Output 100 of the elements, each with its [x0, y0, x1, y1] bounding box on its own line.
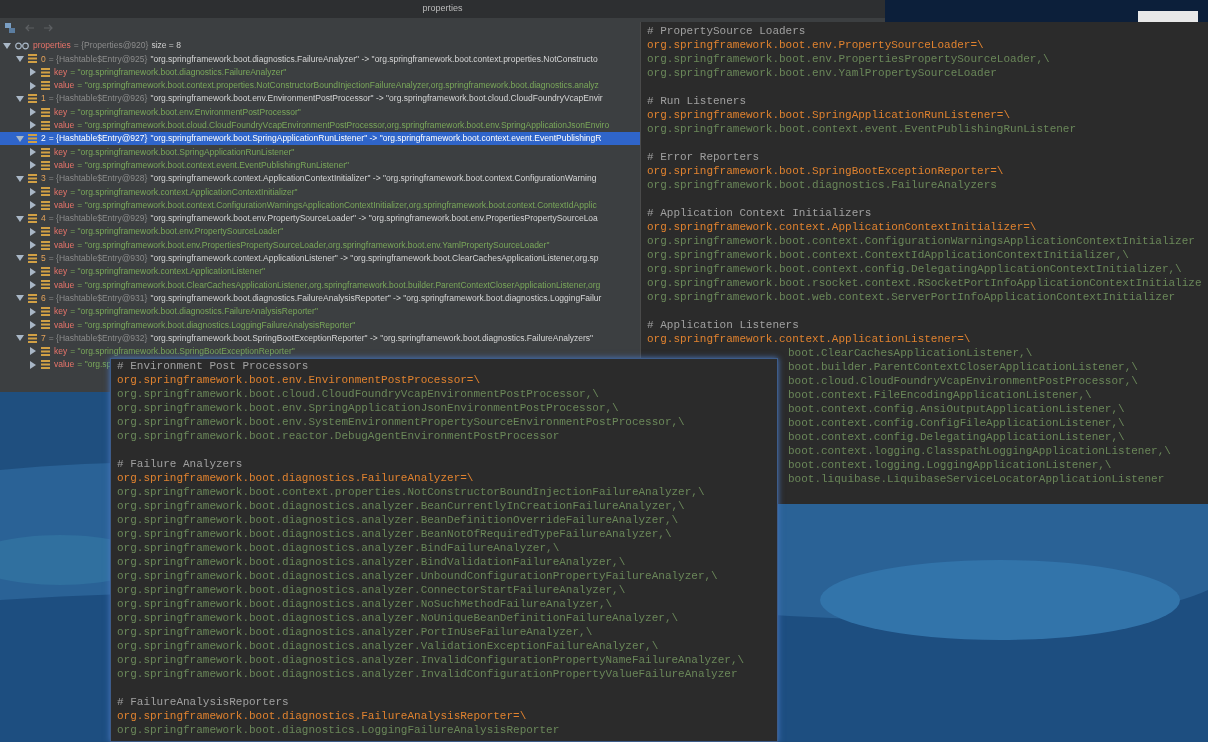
expanded-arrow-icon[interactable]: [16, 174, 24, 183]
code-line: org.springframework.boot.diagnostics.analyzer.NoSuchMethodFailureAnalyzer,\: [117, 597, 613, 611]
tree-row[interactable]: 0 = {Hashtable$Entry@925} "org.springframework.boot.diagnostics.FailureAnalyzer" -> "org.springframework.boot.context.properties.NotConstructo: [0, 52, 598, 66]
expanded-arrow-icon[interactable]: [16, 254, 24, 263]
field-icon: [28, 333, 37, 343]
window-title: properties: [422, 2, 463, 16]
expanded-arrow-icon[interactable]: [16, 94, 24, 103]
tree-row[interactable]: key = "org.springframework.boot.env.EnvironmentPostProcessor": [0, 105, 301, 119]
code-line: org.springframework.boot.diagnostics.FailureAnalyzer=\: [117, 471, 474, 485]
field-icon: [28, 134, 37, 144]
variable-type: = {Hashtable$Entry@932}: [48, 331, 148, 345]
code-line: org.springframework.boot.context.ContextIdApplicationContextInitializer,\: [647, 248, 1129, 262]
variable-name: value: [54, 238, 75, 252]
field-icon: [41, 360, 50, 370]
tree-row[interactable]: key = "org.springframework.boot.SpringApplicationRunListener": [0, 145, 295, 159]
code-line: boot.ClearCachesApplicationListener,\: [788, 346, 1033, 360]
code-line: org.springframework.boot.diagnostics.analyzer.BindValidationFailureAnalyzer,\: [117, 555, 626, 569]
code-comment: # Application Context Initializers: [647, 206, 872, 220]
variable-value: = "org.springframework.boot.context.event.EventPublishingRunListener": [77, 158, 350, 172]
code-line: boot.builder.ParentContextCloserApplicationListener,\: [788, 360, 1138, 374]
variable-name: value: [54, 158, 75, 172]
variable-value: = "org.springframework.boot.cloud.CloudFoundryVcapEnvironmentPostProcessor,org.springframework.boot.env.SpringApplicationJsonEnviro: [77, 119, 610, 132]
code-line: org.springframework.boot.reactor.DebugAgentEnvironmentPostProcessor: [117, 429, 560, 443]
tree-row[interactable]: 6 = {Hashtable$Entry@931} "org.springframework.boot.diagnostics.FailureAnalysisReporter" -> "org.springframework.boot.diagnostics.LoggingFailur: [0, 291, 602, 305]
code-line: org.springframework.boot.diagnostics.analyzer.ValidationExceptionFailureAnalyzer,\: [117, 639, 659, 653]
expanded-arrow-icon[interactable]: [16, 214, 24, 223]
code-line: org.springframework.boot.diagnostics.analyzer.BeanCurrentlyInCreationFailureAnalyzer,\: [117, 499, 685, 513]
glasses-icon: [15, 41, 29, 50]
variable-type: = {Properties@920}: [73, 39, 149, 52]
field-icon: [41, 187, 50, 197]
tree-row[interactable]: value = "org.springframework.boot.ClearCachesApplicationListener,org.springframework.boot.builder.ParentContextCloserApplicationListener,org: [0, 278, 601, 292]
variable-type: = {Hashtable$Entry@929}: [48, 212, 148, 225]
expanded-arrow-icon[interactable]: [16, 134, 24, 143]
tree-row[interactable]: 1 = {Hashtable$Entry@926} "org.springframework.boot.env.EnvironmentPostProcessor" -> "org.springframework.boot.cloud.CloudFoundryVcapEnvir: [0, 92, 603, 106]
variable-type: = {Hashtable$Entry@926}: [48, 92, 148, 106]
variable-value: = "org.springframework.boot.SpringBootExceptionReporter": [70, 345, 295, 358]
tree-row[interactable]: 7 = {Hashtable$Entry@932} "org.springframework.boot.SpringBootExceptionReporter" -> "org.springframework.boot.diagnostics.FailureAnalyzers": [0, 331, 594, 345]
expanded-arrow-icon[interactable]: [16, 294, 24, 303]
field-icon: [28, 253, 37, 263]
variable-name: 6: [41, 291, 46, 305]
variable-name: key: [54, 185, 68, 199]
variable-value: "org.springframework.boot.env.PropertySourceLoader" -> "org.springframework.boot.env.PropertiesPropertySourceLoa: [150, 212, 598, 225]
variable-name: properties: [33, 39, 71, 52]
code-line: org.springframework.boot.env.PropertySourceLoader=\: [647, 38, 984, 52]
field-icon: [41, 67, 50, 77]
variable-name: 5: [41, 252, 46, 265]
variable-value: = "org.springframework.boot.env.PropertiesPropertySourceLoader,org.springframework.boot.env.YamlPropertySourceLoader": [77, 238, 550, 252]
variable-name: value: [54, 318, 75, 332]
tree-row[interactable]: properties = {Properties@920} size = 8: [0, 39, 181, 53]
tree-row[interactable]: value = "org.springframework.boot.cloud.CloudFoundryVcapEnvironmentPostProcessor,org.springframework.boot.env.SpringApplicationJsonEnviro: [0, 118, 610, 133]
field-icon: [41, 160, 50, 170]
variable-name: 3: [41, 172, 46, 185]
variable-name: value: [54, 198, 75, 212]
variable-name: value: [54, 358, 75, 372]
tree-row[interactable]: key = "org.springframework.boot.diagnostics.FailureAnalyzer": [0, 65, 287, 79]
tree-row[interactable]: 3 = {Hashtable$Entry@928} "org.springframework.context.ApplicationContextInitializer" -> "org.springframework.boot.context.ConfigurationWarning: [0, 171, 597, 186]
tree-row[interactable]: 5 = {Hashtable$Entry@930} "org.springframework.context.ApplicationListener" -> "org.springframework.boot.ClearCachesApplicationListener,org.sp: [0, 251, 599, 266]
code-line: org.springframework.boot.cloud.CloudFoundryVcapEnvironmentPostProcessor,\: [117, 387, 599, 401]
tree-row[interactable]: value = "org.springframework.boot.diagnostics.LoggingFailureAnalysisReporter": [0, 318, 356, 332]
tree-row[interactable]: value = "org.springframework.boot.context.properties.NotConstructorBoundInjectionFailureAnalyzer,org.springframework.boot.diagnostics.analyz: [0, 78, 599, 93]
code-comment: # FailureAnalysisReporters: [117, 695, 289, 709]
tree-row[interactable]: key = "org.springframework.boot.SpringBootExceptionReporter": [0, 344, 295, 359]
tree-row[interactable]: key = "org.springframework.boot.env.PropertySourceLoader": [0, 225, 284, 239]
tree-row[interactable]: 4 = {Hashtable$Entry@929} "org.springframework.boot.env.PropertySourceLoader" -> "org.springframework.boot.env.PropertiesPropertySourceLoa: [0, 211, 598, 226]
expanded-arrow-icon[interactable]: [16, 334, 24, 343]
variable-name: 4: [41, 212, 46, 225]
tree-row[interactable]: key = "org.springframework.boot.diagnostics.FailureAnalysisReporter": [0, 304, 318, 319]
code-line: org.springframework.boot.env.YamlPropertySourceLoader: [647, 66, 997, 80]
code-line: org.springframework.boot.diagnostics.analyzer.PortInUseFailureAnalyzer,\: [117, 625, 593, 639]
tree-row[interactable]: key = "org.springframework.context.ApplicationContextInitializer": [0, 185, 298, 199]
field-icon: [41, 147, 50, 157]
variable-value: = "org.springframework.boot.env.PropertySourceLoader": [70, 225, 284, 239]
code-line: org.springframework.boot.diagnostics.LoggingFailureAnalysisReporter: [117, 723, 560, 737]
variable-type: = {Hashtable$Entry@931}: [48, 291, 148, 305]
field-icon: [28, 293, 37, 303]
code-line: org.springframework.context.ApplicationListener=\: [647, 332, 971, 346]
code-line: boot.context.logging.LoggingApplicationListener,\: [788, 458, 1112, 472]
code-line: org.springframework.boot.diagnostics.FailureAnalysisReporter=\: [117, 709, 527, 723]
code-line: org.springframework.boot.diagnostics.analyzer.ConnectorStartFailureAnalyzer,\: [117, 583, 626, 597]
variable-name: key: [54, 305, 68, 318]
tree-row[interactable]: 2 = {Hashtable$Entry@927} "org.springframework.boot.SpringApplicationRunListener" -> "org.springframework.boot.context.event.EventPublishingR: [0, 132, 640, 146]
variable-type: = {Hashtable$Entry@927}: [48, 132, 148, 146]
tree-row[interactable]: value = "org.springframework.boot.env.PropertiesPropertySourceLoader,org.springframework.boot.env.YamlPropertySourceLoader": [0, 238, 550, 252]
variable-value: "org.springframework.boot.diagnostics.FailureAnalyzer" -> "org.springframework.boot.context.properties.NotConstructo: [150, 52, 598, 66]
code-line: org.springframework.boot.SpringBootExceptionReporter=\: [647, 164, 1004, 178]
code-comment: # Environment Post Processors: [117, 359, 309, 373]
field-icon: [41, 307, 50, 317]
field-icon: [41, 227, 50, 237]
variable-value: = "org.springframework.boot.ClearCachesApplicationListener,org.springframework.boot.builder.ParentContextCloserApplicationListener,org: [77, 278, 601, 292]
variable-name: key: [54, 105, 68, 119]
code-comment: # Error Reporters: [647, 150, 760, 164]
code-line: org.springframework.boot.context.properties.NotConstructorBoundInjectionFailureAnalyzer,\: [117, 485, 705, 499]
field-icon: [41, 107, 50, 117]
variable-name: 2: [41, 132, 46, 146]
code-line: org.springframework.context.ApplicationContextInitializer=\: [647, 220, 1037, 234]
tree-row[interactable]: key = "org.springframework.context.ApplicationListener": [0, 265, 266, 279]
code-line: boot.context.config.AnsiOutputApplicationListener,\: [788, 402, 1125, 416]
tree-row[interactable]: value = "org.springframework.boot.context.event.EventPublishingRunListener": [0, 158, 350, 172]
tree-row[interactable]: value = "org.springframework.boot.context.ConfigurationWarningsApplicationContextInitializer,org.springframework.boot.context.ContextIdApplic: [0, 198, 597, 212]
layout-icon[interactable]: [4, 22, 16, 34]
